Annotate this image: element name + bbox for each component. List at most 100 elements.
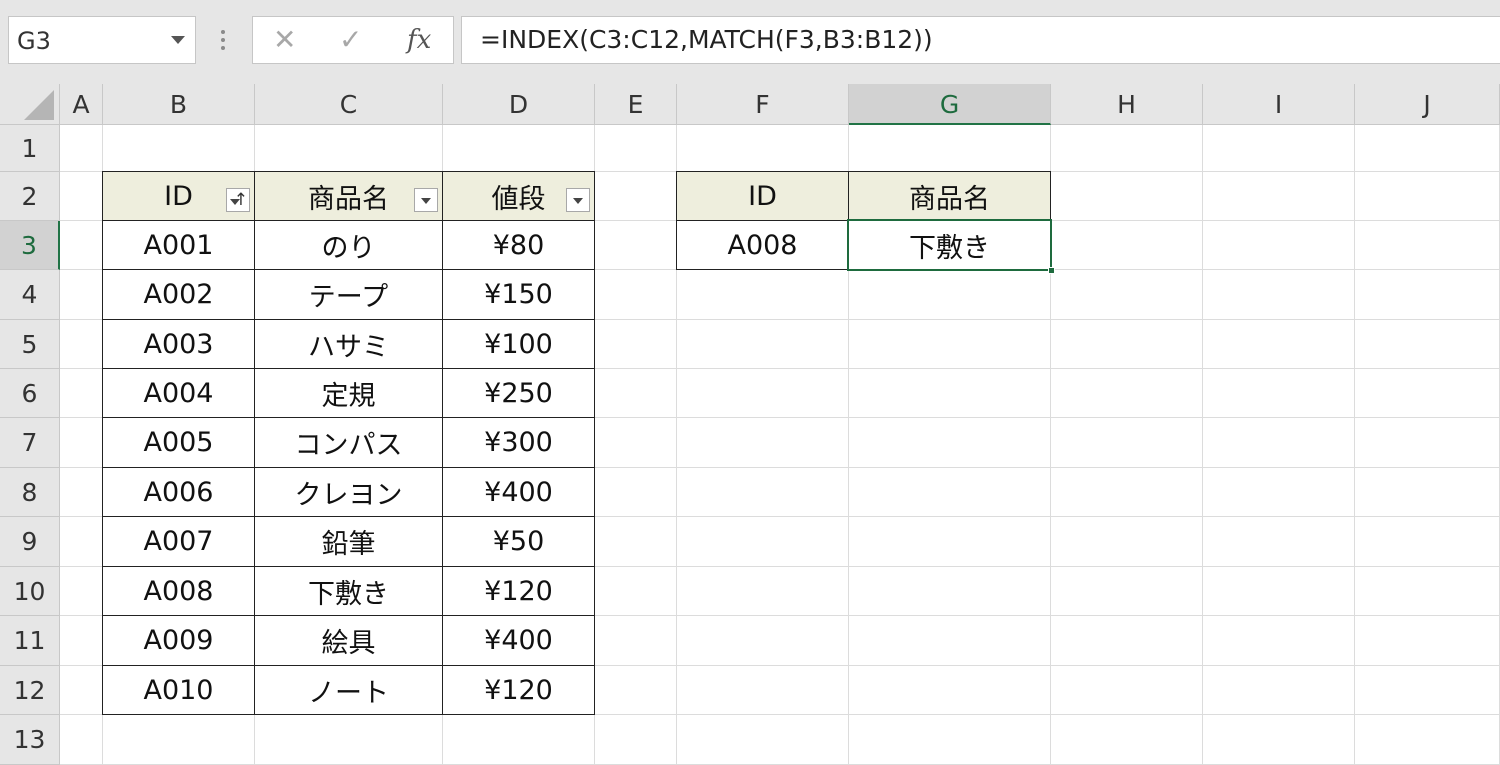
column-header-a[interactable]: A — [60, 84, 103, 125]
cell[interactable] — [255, 125, 443, 172]
table-cell[interactable]: ¥120 — [442, 665, 595, 715]
cell[interactable] — [677, 517, 849, 567]
table-header-cell[interactable]: 値段 — [442, 171, 595, 221]
cell[interactable] — [1203, 468, 1355, 517]
cell[interactable] — [849, 369, 1051, 418]
table-cell[interactable]: 定規 — [254, 368, 443, 418]
table-cell[interactable]: コンパス — [254, 417, 443, 468]
cell[interactable] — [1355, 369, 1500, 418]
table-cell[interactable]: A003 — [102, 319, 255, 369]
table-cell[interactable]: A009 — [102, 615, 255, 666]
table-cell[interactable]: ハサミ — [254, 319, 443, 369]
cell[interactable] — [849, 270, 1051, 320]
cell[interactable] — [677, 418, 849, 468]
cell[interactable] — [595, 616, 677, 666]
row-header-11[interactable]: 11 — [0, 616, 60, 666]
cell[interactable] — [1355, 468, 1500, 517]
row-header-5[interactable]: 5 — [0, 320, 60, 369]
column-header-i[interactable]: I — [1203, 84, 1355, 125]
cell[interactable] — [60, 715, 103, 765]
cell[interactable] — [60, 418, 103, 468]
column-header-f[interactable]: F — [677, 84, 849, 125]
cell[interactable] — [677, 270, 849, 320]
table-cell[interactable]: A002 — [102, 269, 255, 320]
cell[interactable] — [1051, 369, 1203, 418]
cell[interactable] — [849, 418, 1051, 468]
cell[interactable] — [443, 715, 595, 765]
cell[interactable] — [1203, 172, 1355, 221]
table-cell[interactable]: ¥250 — [442, 368, 595, 418]
table-cell[interactable]: ¥300 — [442, 417, 595, 468]
cell[interactable] — [849, 715, 1051, 765]
cell[interactable] — [60, 616, 103, 666]
cell[interactable] — [60, 369, 103, 418]
cell[interactable] — [1051, 125, 1203, 172]
cell[interactable] — [677, 320, 849, 369]
cell[interactable] — [60, 172, 103, 221]
table-cell[interactable]: 下敷き — [254, 566, 443, 616]
insert-function-icon[interactable]: fx — [407, 25, 431, 55]
cell[interactable] — [595, 270, 677, 320]
cell[interactable] — [1051, 567, 1203, 616]
cell[interactable] — [1051, 270, 1203, 320]
table-cell[interactable]: クレヨン — [254, 467, 443, 517]
row-header-3[interactable]: 3 — [0, 221, 60, 270]
cell[interactable] — [1203, 616, 1355, 666]
cell[interactable] — [1203, 320, 1355, 369]
cell[interactable] — [60, 320, 103, 369]
table-cell[interactable]: のり — [254, 220, 443, 270]
table-cell[interactable]: A008 — [102, 566, 255, 616]
cell[interactable] — [677, 715, 849, 765]
cell[interactable] — [595, 517, 677, 567]
cell[interactable] — [443, 125, 595, 172]
cell[interactable] — [1355, 517, 1500, 567]
lookup-result-cell[interactable]: 下敷き — [848, 220, 1051, 270]
cell[interactable] — [595, 221, 677, 270]
cell[interactable] — [1051, 172, 1203, 221]
cell[interactable] — [1203, 666, 1355, 715]
cell[interactable] — [677, 468, 849, 517]
cell[interactable] — [595, 320, 677, 369]
cell[interactable] — [103, 715, 255, 765]
column-header-h[interactable]: H — [1051, 84, 1203, 125]
cell[interactable] — [1355, 221, 1500, 270]
cell[interactable] — [849, 567, 1051, 616]
cell[interactable] — [595, 172, 677, 221]
lookup-id-cell[interactable]: A008 — [676, 220, 849, 270]
cell[interactable] — [1355, 172, 1500, 221]
cell[interactable] — [1355, 715, 1500, 765]
cell[interactable] — [1203, 125, 1355, 172]
table-cell[interactable]: 鉛筆 — [254, 516, 443, 567]
cell[interactable] — [677, 616, 849, 666]
cell[interactable] — [1203, 567, 1355, 616]
cell[interactable] — [60, 666, 103, 715]
table-cell[interactable]: ¥100 — [442, 319, 595, 369]
table-header-cell[interactable]: ID ↑ — [102, 171, 255, 221]
table-cell[interactable]: テープ — [254, 269, 443, 320]
column-header-e[interactable]: E — [595, 84, 677, 125]
lookup-header-cell[interactable]: 商品名 — [848, 171, 1051, 221]
cell[interactable] — [1355, 125, 1500, 172]
cell[interactable] — [60, 517, 103, 567]
vertical-ellipsis-icon[interactable] — [219, 30, 227, 52]
row-header-6[interactable]: 6 — [0, 369, 60, 418]
row-header-1[interactable]: 1 — [0, 125, 60, 172]
cell[interactable] — [1051, 320, 1203, 369]
cell[interactable] — [1355, 666, 1500, 715]
cell[interactable] — [60, 468, 103, 517]
cell[interactable] — [1051, 517, 1203, 567]
row-header-4[interactable]: 4 — [0, 270, 60, 320]
name-box[interactable]: G3 — [8, 16, 196, 64]
table-cell[interactable]: A006 — [102, 467, 255, 517]
cell[interactable] — [1203, 715, 1355, 765]
cell[interactable] — [60, 221, 103, 270]
table-cell[interactable]: A007 — [102, 516, 255, 567]
cell[interactable] — [1355, 418, 1500, 468]
column-header-g[interactable]: G — [849, 84, 1051, 125]
row-header-7[interactable]: 7 — [0, 418, 60, 468]
cell[interactable] — [849, 616, 1051, 666]
cell[interactable] — [849, 468, 1051, 517]
cell[interactable] — [60, 270, 103, 320]
cell[interactable] — [595, 666, 677, 715]
row-header-9[interactable]: 9 — [0, 517, 60, 567]
